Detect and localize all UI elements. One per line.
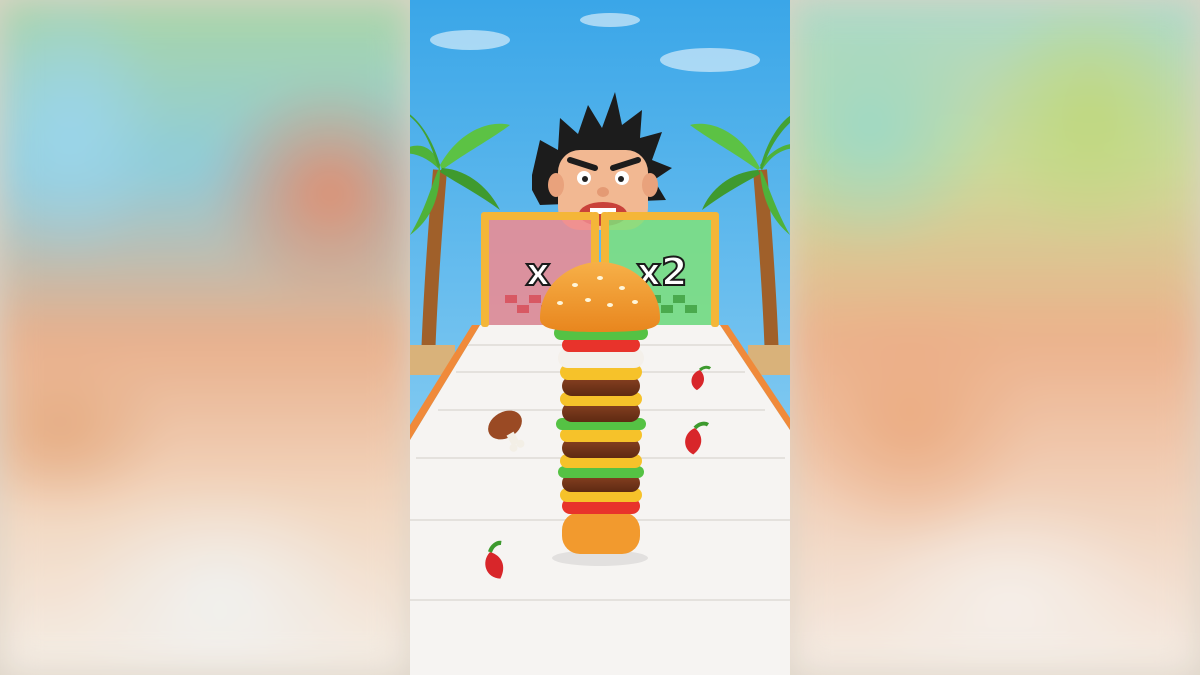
blurred-background-left [0, 0, 410, 675]
gate-left-label: x [526, 250, 551, 294]
blurred-background-right [790, 0, 1200, 675]
game-viewport[interactable]: x x2 [410, 0, 790, 675]
